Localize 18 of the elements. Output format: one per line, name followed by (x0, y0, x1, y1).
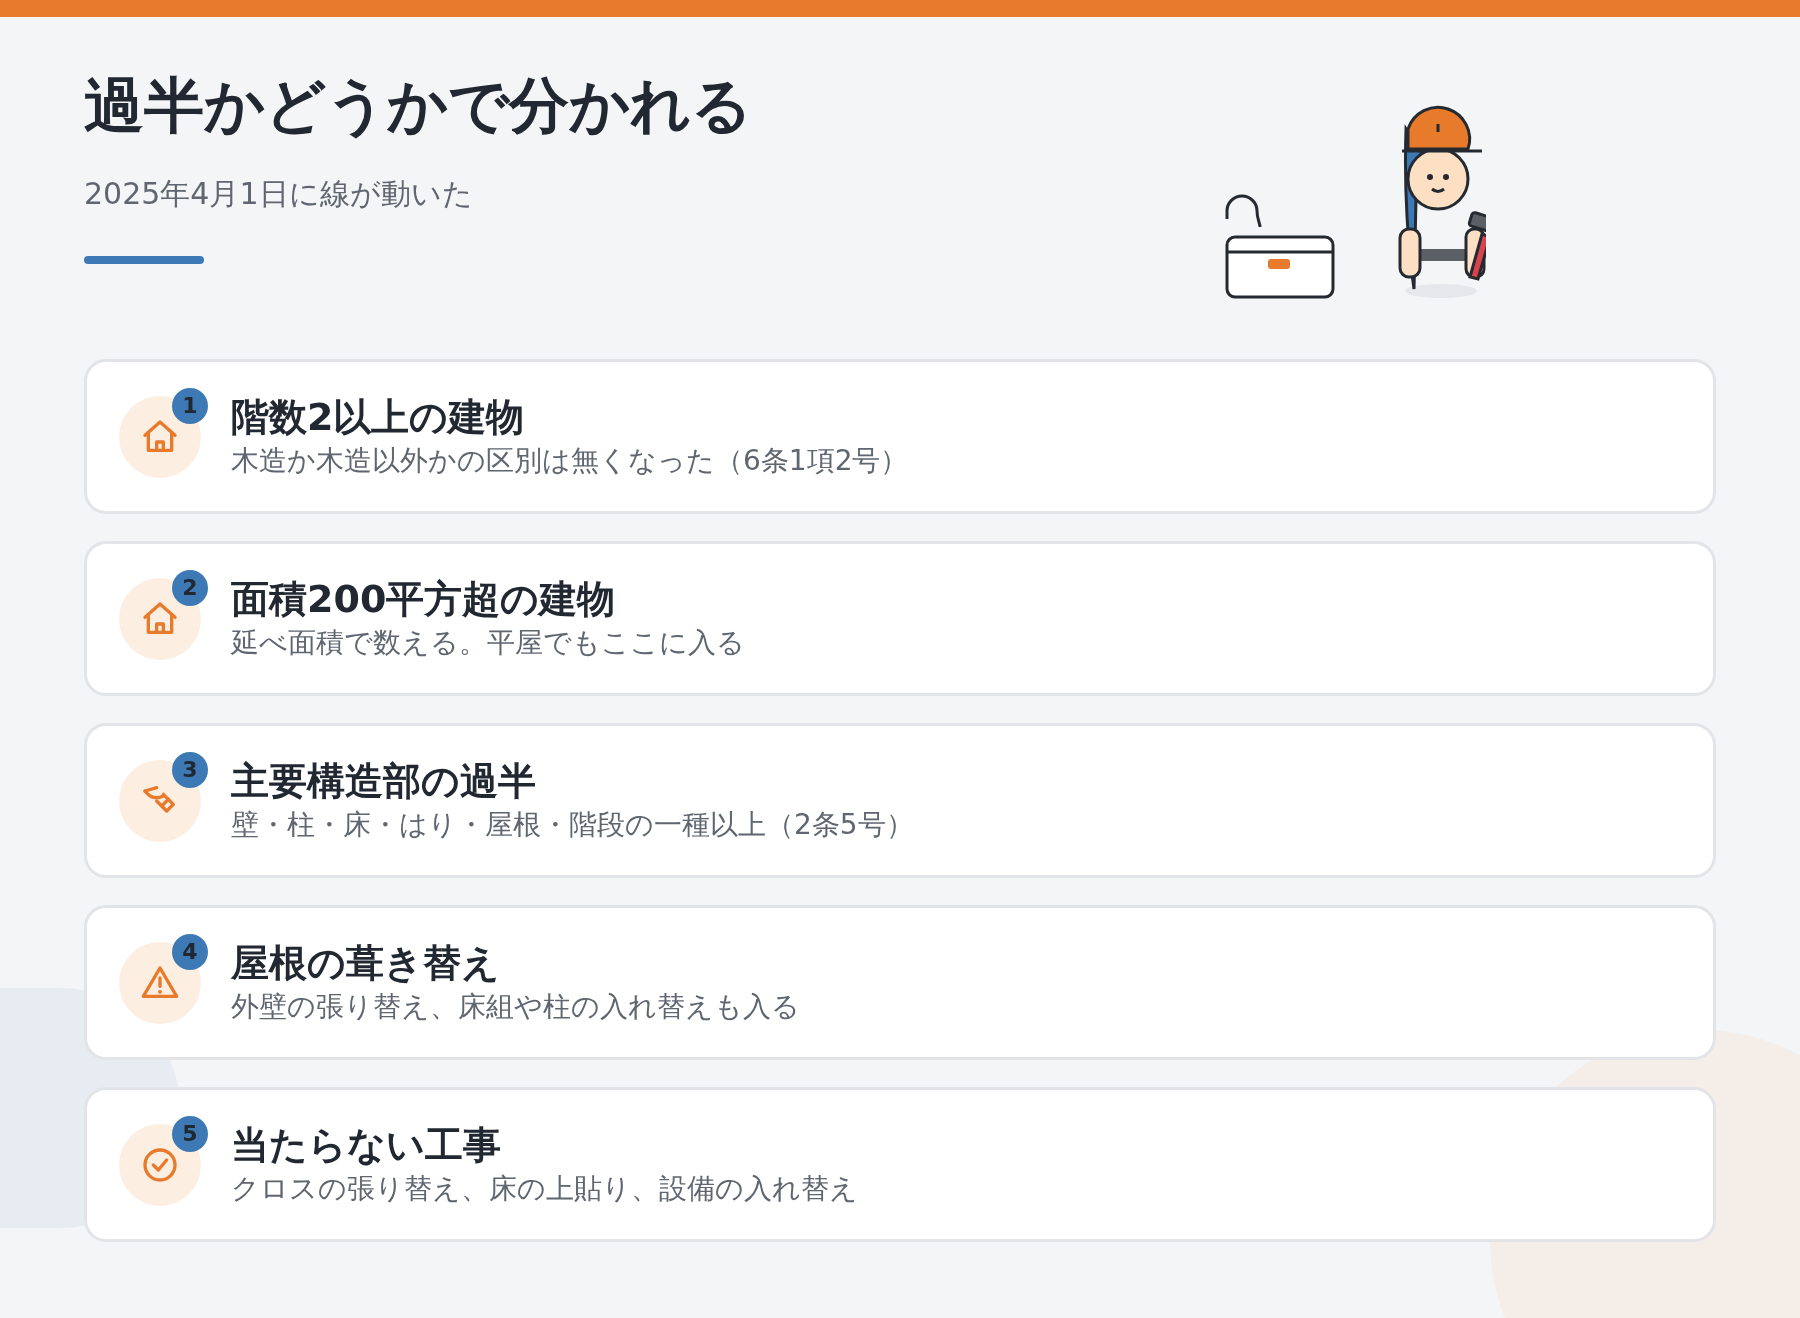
item-description: 壁・柱・床・はり・屋根・階段の一種以上（2条5号） (231, 807, 914, 844)
page-title: 過半かどうかで分かれる (84, 69, 752, 141)
item-description: クロスの張り替え、床の上貼り、設備の入れ替え (231, 1171, 858, 1208)
item-title: 屋根の葺き替え (231, 939, 501, 987)
number-badge: 5 (172, 1115, 208, 1152)
item-title: 面積200平方超の建物 (231, 575, 617, 623)
subtitle: 2025年4月1日に線が動いた (84, 175, 474, 213)
number-badge: 3 (172, 751, 208, 788)
item-description: 外壁の張り替え、床組や柱の入れ替えも入る (231, 989, 800, 1026)
item-description: 木造か木造以外かの区別は無くなった（6条1項2号） (231, 443, 909, 480)
number-badge: 2 (172, 569, 208, 606)
toolbox-icon (1224, 193, 1336, 299)
item-description: 延べ面積で数える。平屋でもここに入る (231, 625, 745, 662)
item-title: 当たらない工事 (231, 1121, 502, 1169)
item-title: 階数2以上の建物 (231, 393, 526, 441)
item-title: 主要構造部の過半 (231, 757, 537, 805)
number-badge: 4 (172, 933, 208, 970)
number-badge: 1 (172, 387, 208, 424)
